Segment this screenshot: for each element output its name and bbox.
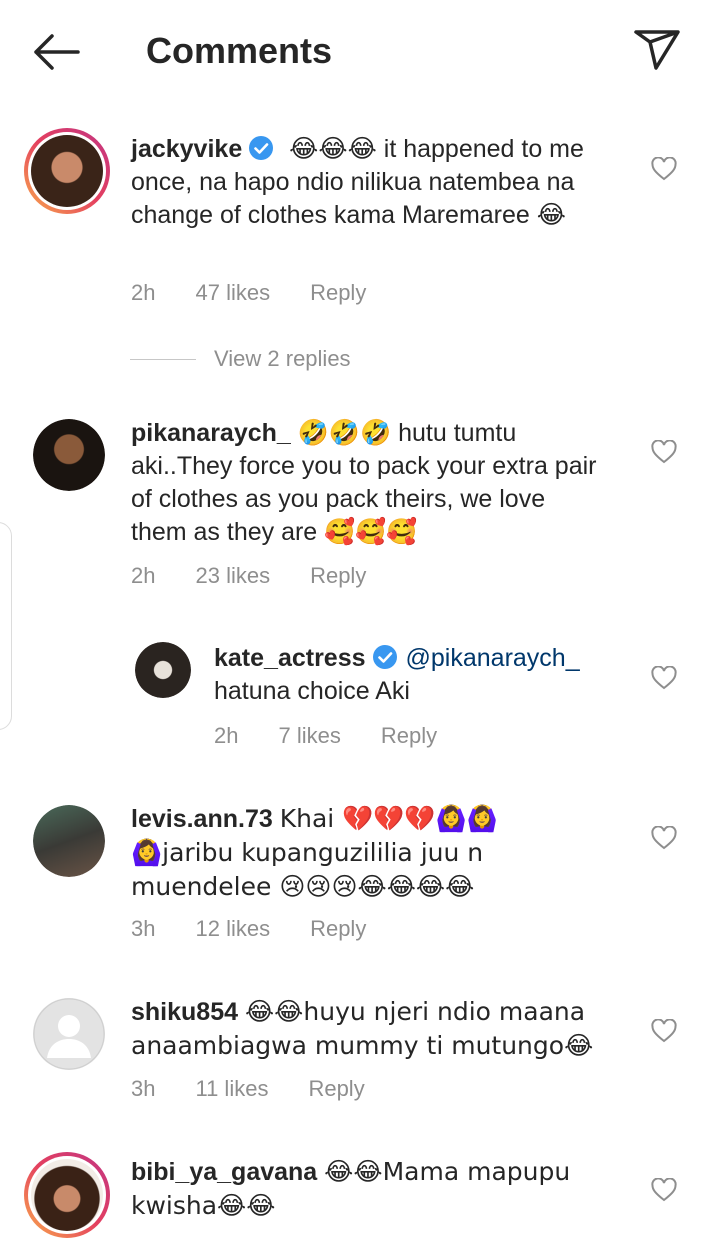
edge-panel-handle[interactable] xyxy=(0,522,12,730)
comment-likes[interactable]: 7 likes xyxy=(278,723,340,749)
comment-likes[interactable]: 11 likes xyxy=(195,1076,268,1102)
comment-body: Khai 💔💔💔🙆‍♀️🙆‍♀️ xyxy=(279,804,498,833)
comment-meta: 2h 7 likes Reply xyxy=(214,723,437,749)
comment-body-continued: 🙆‍♀️jaribu kupanguzililia juu n muendele… xyxy=(131,838,484,901)
heart-icon[interactable] xyxy=(651,440,677,464)
heart-icon[interactable] xyxy=(651,826,677,850)
comment-time: 2h xyxy=(131,280,156,305)
avatar[interactable] xyxy=(24,1152,110,1238)
comment-text: jackyvike 😂😂😂 it happened to me once, na… xyxy=(131,134,584,229)
avatar[interactable] xyxy=(33,998,105,1070)
avatar[interactable] xyxy=(33,419,105,491)
heart-icon[interactable] xyxy=(651,1178,677,1202)
comment-username[interactable]: kate_actress xyxy=(214,644,366,672)
comment-likes[interactable]: 23 likes xyxy=(195,563,270,589)
page-title: Comments xyxy=(146,30,333,71)
avatar[interactable] xyxy=(135,642,191,698)
comment-text: pikanaraych_ 🤣🤣🤣 hutu tumtu aki..They fo… xyxy=(131,418,597,546)
reply-button[interactable]: Reply xyxy=(310,563,366,589)
share-button[interactable] xyxy=(632,26,682,72)
paper-plane-icon xyxy=(634,30,680,70)
comment-username[interactable]: shiku854 xyxy=(131,998,238,1026)
reply-button[interactable]: Reply xyxy=(308,1076,364,1102)
reply-button[interactable]: Reply xyxy=(310,916,366,942)
back-button[interactable] xyxy=(30,32,82,72)
heart-icon[interactable] xyxy=(651,1019,677,1043)
comment-time: 2h xyxy=(131,563,156,588)
divider xyxy=(130,358,196,360)
arrow-left-icon xyxy=(34,34,80,70)
view-replies-button[interactable]: View 2 replies xyxy=(130,346,351,372)
heart-icon[interactable] xyxy=(651,666,677,690)
comment-likes[interactable]: 47 likes xyxy=(195,280,270,306)
reply-button[interactable]: Reply xyxy=(381,723,437,749)
avatar[interactable] xyxy=(24,128,110,214)
comment-meta: 2h 47 likes Reply xyxy=(131,280,366,306)
heart-icon[interactable] xyxy=(651,157,677,181)
avatar[interactable] xyxy=(33,805,105,877)
comment-meta: 3h 11 likes Reply xyxy=(131,1076,365,1102)
comment-likes[interactable]: 12 likes xyxy=(195,916,270,942)
comment-text: levis.ann.73 Khai 💔💔💔🙆‍♀️🙆‍♀️ 🙆‍♀️jaribu… xyxy=(131,802,631,904)
mention-link[interactable]: @pikanaraych_ xyxy=(406,644,580,672)
comment-meta: 3h 12 likes Reply xyxy=(131,916,366,942)
comment-text: shiku854 😂😂huyu njeri ndio maana anaambi… xyxy=(131,995,611,1063)
comment-username[interactable]: bibi_ya_gavana xyxy=(131,1158,317,1186)
comment-username[interactable]: levis.ann.73 xyxy=(131,805,273,833)
reply-button[interactable]: Reply xyxy=(310,280,366,306)
default-user-icon xyxy=(33,998,105,1070)
comment-time: 3h xyxy=(131,1076,156,1101)
comment-body: hatuna choice Aki xyxy=(214,677,410,705)
comment-username[interactable]: pikanaraych_ xyxy=(131,419,291,447)
comment-time: 3h xyxy=(131,916,156,941)
verified-badge-icon xyxy=(249,136,274,160)
comment-time: 2h xyxy=(214,723,239,748)
comment-text: kate_actress @pikanaraych_ hatuna choice … xyxy=(214,642,634,708)
comment-username[interactable]: jackyvike xyxy=(131,135,242,163)
verified-badge-icon xyxy=(372,645,397,669)
header-bar: Comments xyxy=(0,0,720,104)
comment-text: bibi_ya_gavana 😂😂Mama mapupu kwisha😂😂 xyxy=(131,1155,611,1223)
comment-meta: 2h 23 likes Reply xyxy=(131,563,366,589)
